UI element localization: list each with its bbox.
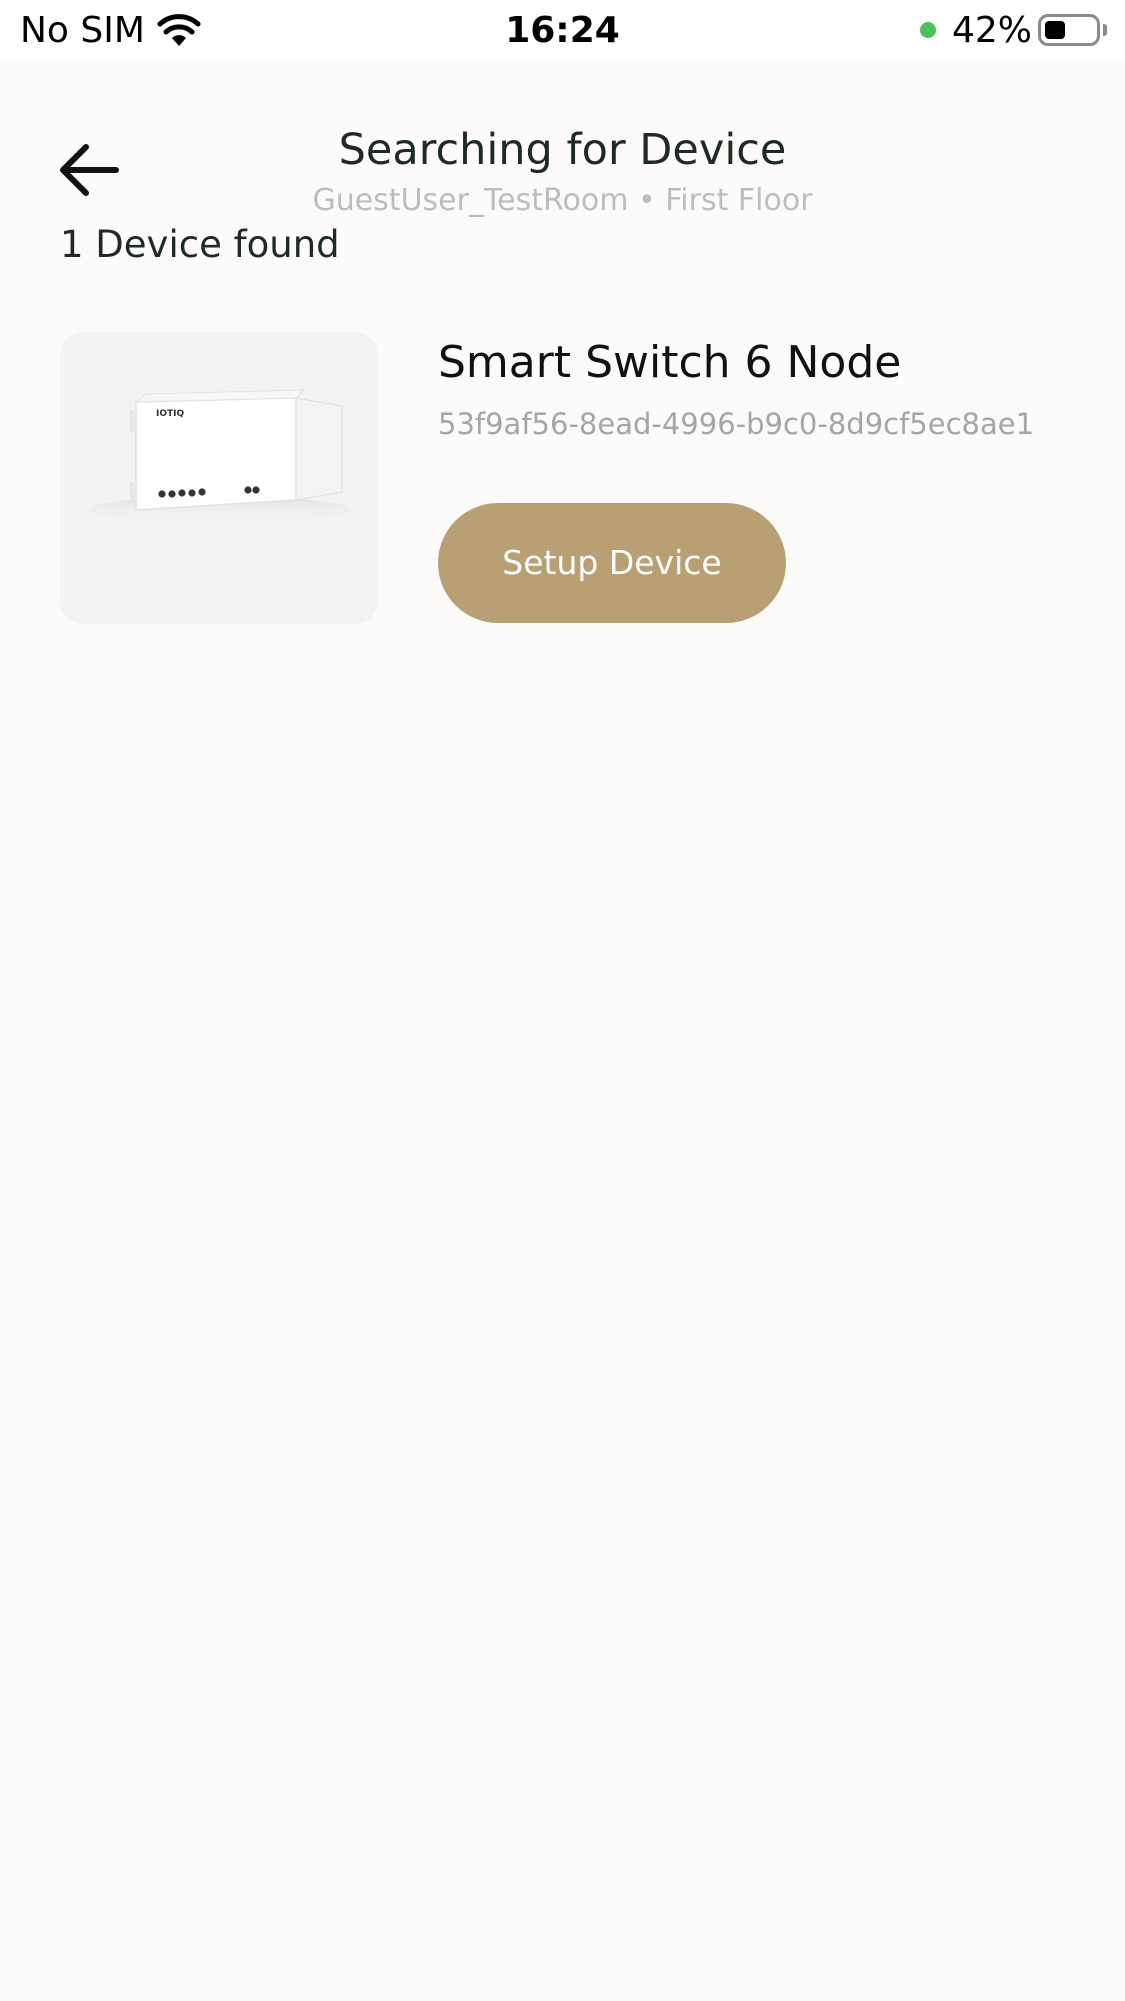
battery-icon xyxy=(1038,14,1100,46)
page-subtitle: GuestUser_TestRoom • First Floor xyxy=(312,183,813,218)
device-count-label: 1 Device found xyxy=(60,223,340,266)
device-image: IOTIQ xyxy=(60,332,378,624)
battery-level-fill xyxy=(1045,21,1065,39)
device-id: 53f9af56-8ead-4996-b9c0-8d9cf5ec8ae1 xyxy=(438,407,1035,441)
battery-tip xyxy=(1103,24,1107,36)
battery-percent: 42% xyxy=(952,10,1033,51)
status-bar: No SIM 16:24 42% xyxy=(0,0,1125,60)
brand-logo: IOTIQ xyxy=(156,409,184,419)
device-name: Smart Switch 6 Node xyxy=(438,337,902,388)
page-title: Searching for Device xyxy=(338,125,787,175)
privacy-indicator-dot xyxy=(920,22,936,38)
setup-device-button[interactable]: Setup Device xyxy=(438,503,786,623)
smart-switch-illustration: IOTIQ xyxy=(90,389,350,524)
